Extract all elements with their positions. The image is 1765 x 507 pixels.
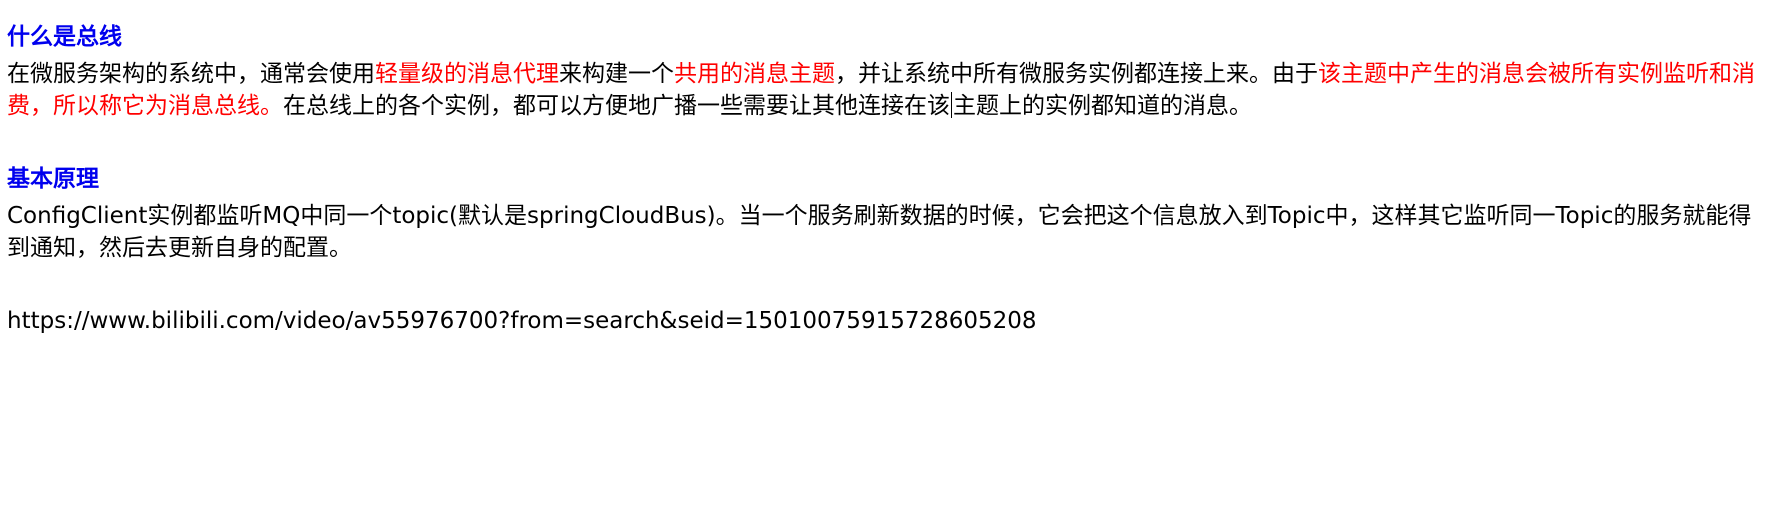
- text-run: 来构建一个: [559, 61, 674, 87]
- text-run: 在微服务架构的系统中，通常会使用: [7, 61, 375, 87]
- section-paragraph-basic-principle: ConfigClient实例都监听MQ中同一个topic(默认是springCl…: [7, 203, 1752, 261]
- text-run: 在总线上的各个实例，都可以方便地广播一些需要让其他连接在该: [283, 93, 950, 119]
- document-body: 什么是总线 在微服务架构的系统中，通常会使用轻量级的消息代理来构建一个共用的消息…: [7, 20, 1757, 338]
- section-heading-basic-principle: 基本原理: [7, 166, 99, 192]
- text-cursor: [951, 92, 952, 118]
- section-heading-what-is-bus: 什么是总线: [7, 24, 122, 50]
- text-run: ，并让系统中所有微服务实例都连接上来。由于: [835, 61, 1318, 87]
- reference-url-text[interactable]: https://www.bilibili.com/video/av5597670…: [7, 304, 1757, 338]
- highlight-text-run: 轻量级的消息代理: [375, 61, 559, 87]
- section-paragraph-what-is-bus: 在微服务架构的系统中，通常会使用轻量级的消息代理来构建一个共用的消息主题，并让系…: [7, 58, 1757, 122]
- highlight-text-run: 共用的消息主题: [674, 61, 835, 87]
- text-run: 主题上的实例都知道的消息。: [953, 93, 1252, 119]
